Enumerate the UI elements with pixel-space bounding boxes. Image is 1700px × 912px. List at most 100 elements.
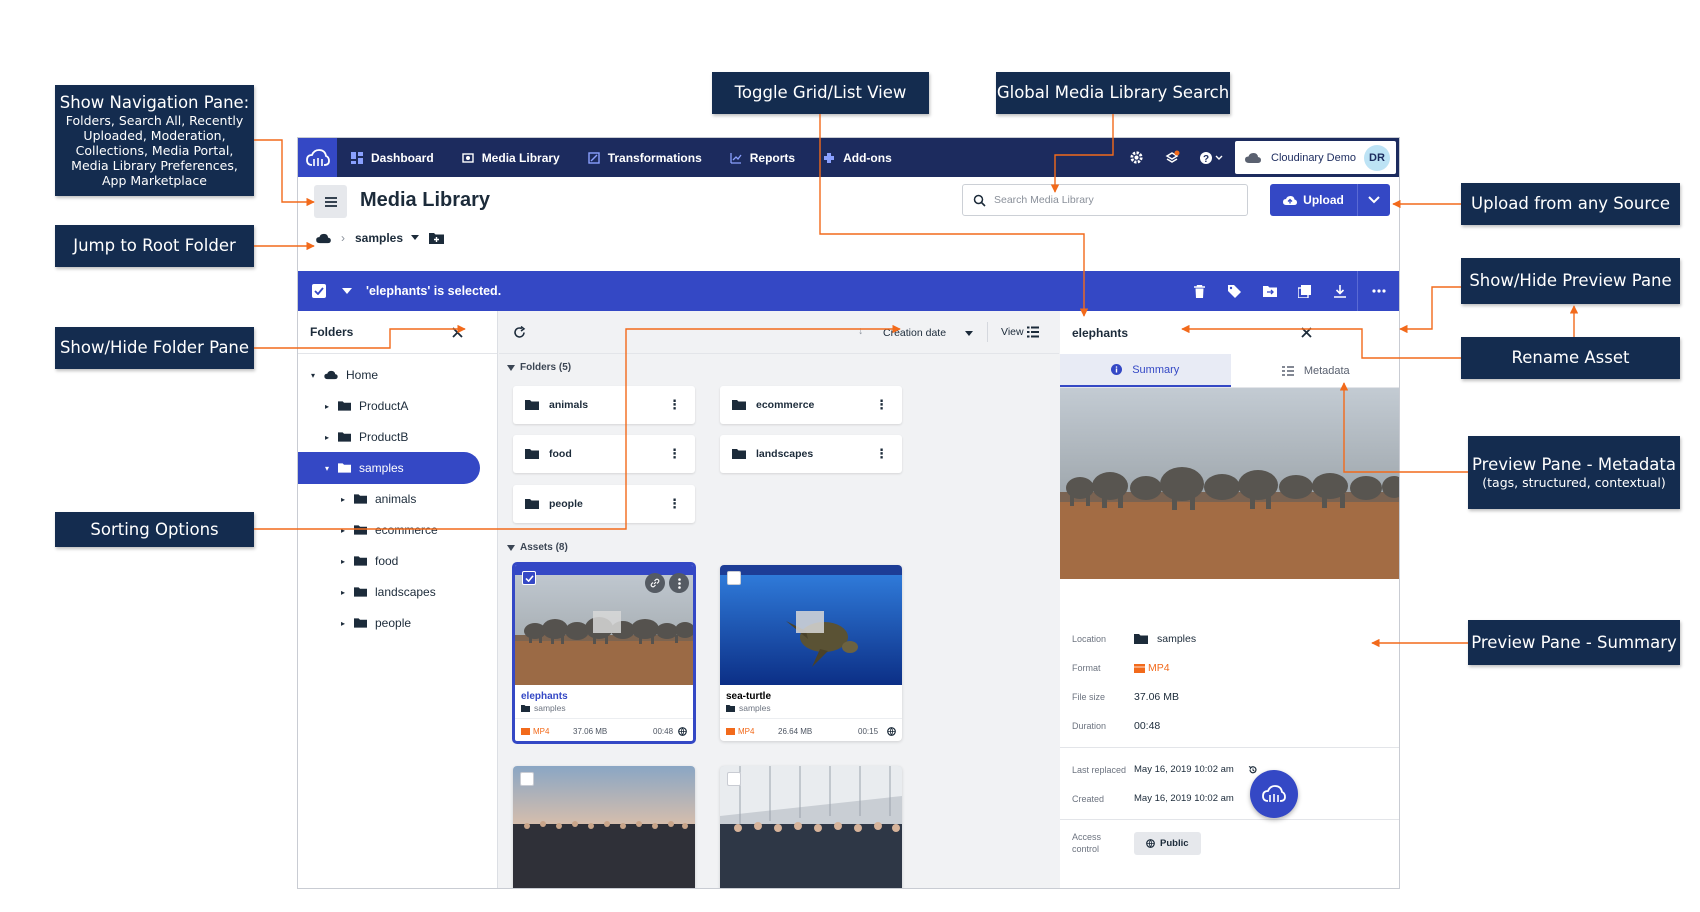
asset-card-partial[interactable] xyxy=(720,766,902,888)
media-library-icon xyxy=(461,152,474,163)
folder-tree-item[interactable]: ▸ ProductA xyxy=(298,390,498,422)
callout-upload-source: Upload from any Source xyxy=(1461,183,1680,225)
settings-gear-icon[interactable] xyxy=(1118,138,1154,177)
caret-down-icon[interactable] xyxy=(411,235,420,241)
folder-card-landscapes[interactable]: landscapes ⋮ xyxy=(720,435,902,473)
account-menu[interactable]: Cloudinary Demo DR xyxy=(1235,141,1396,174)
asset-name[interactable]: elephants xyxy=(515,685,693,702)
asset-size: 26.64 MB xyxy=(778,727,813,736)
callout-preview-pane: Show/Hide Preview Pane xyxy=(1461,258,1680,304)
location-row: Location samples xyxy=(1072,633,1196,645)
asset-checkbox-checked[interactable] xyxy=(522,571,536,585)
nav-media-library[interactable]: Media Library xyxy=(448,138,574,177)
nav-addons[interactable]: Add-ons xyxy=(809,138,906,177)
asset-checkbox[interactable] xyxy=(727,772,741,786)
folder-card-food[interactable]: food ⋮ xyxy=(513,435,695,473)
upload-source-dropdown[interactable] xyxy=(1358,184,1390,216)
tab-metadata[interactable]: Metadata xyxy=(1231,354,1400,387)
folder-tree-item[interactable]: ▸ landscapes xyxy=(298,576,498,608)
copy-link-icon[interactable] xyxy=(645,573,665,593)
folder-tree-item[interactable]: ▸ animals xyxy=(298,483,498,515)
cloudinary-fab-icon xyxy=(1262,785,1286,802)
sort-dropdown-icon[interactable] xyxy=(965,331,973,336)
notifications-icon[interactable] xyxy=(1154,138,1190,177)
folder-menu-icon[interactable]: ⋮ xyxy=(668,496,681,512)
location-value[interactable]: samples xyxy=(1157,633,1196,645)
nav-transformations[interactable]: Transformations xyxy=(574,138,716,177)
collapsed-caret-icon[interactable]: ▸ xyxy=(338,526,348,535)
collapsed-caret-icon[interactable]: ▸ xyxy=(322,433,332,442)
add-to-collection-icon[interactable] xyxy=(1287,271,1322,311)
access-public-button[interactable]: Public xyxy=(1134,831,1201,855)
collapsed-caret-icon[interactable]: ▸ xyxy=(338,588,348,597)
collapsed-caret-icon[interactable]: ▸ xyxy=(338,619,348,628)
folders-section-label[interactable]: Folders (5) xyxy=(507,362,571,373)
close-preview-pane-icon[interactable] xyxy=(1301,327,1312,338)
folder-tree-item[interactable]: ▾ Home xyxy=(298,359,498,391)
download-icon[interactable] xyxy=(1322,271,1357,311)
expanded-caret-icon[interactable]: ▾ xyxy=(322,464,332,473)
navigation-menu-button[interactable] xyxy=(314,185,347,218)
assets-section-label[interactable]: Assets (8) xyxy=(507,542,568,553)
folder-menu-icon[interactable]: ⋮ xyxy=(668,446,681,462)
help-icon[interactable]: ? xyxy=(1190,138,1232,177)
tab-summary[interactable]: Summary xyxy=(1060,354,1231,387)
format-row: Format MP4 xyxy=(1072,662,1170,674)
asset-menu-icon[interactable] xyxy=(669,573,689,593)
folder-card-animals[interactable]: animals ⋮ xyxy=(513,386,695,424)
help-assistant-button[interactable] xyxy=(1250,770,1298,818)
collapsed-caret-icon[interactable]: ▸ xyxy=(338,557,348,566)
collapsed-caret-icon[interactable]: ▸ xyxy=(322,402,332,411)
folder-menu-icon[interactable]: ⋮ xyxy=(875,446,888,462)
asset-folder: samples xyxy=(720,702,902,714)
tag-icon[interactable] xyxy=(1217,271,1252,311)
folder-card-people[interactable]: people ⋮ xyxy=(513,485,695,523)
asset-checkbox[interactable] xyxy=(727,571,741,585)
asset-card-elephants[interactable]: elephants samples MP4 37.06 MB 00:48 xyxy=(513,563,695,743)
history-icon[interactable] xyxy=(1248,765,1258,775)
sort-label[interactable]: Creation date xyxy=(883,327,946,339)
folder-tree-item[interactable]: ▸ ProductB xyxy=(298,421,498,453)
asset-card-sea-turtle[interactable]: sea-turtle samples MP4 26.64 MB 00:15 xyxy=(720,565,902,741)
upload-button[interactable]: Upload xyxy=(1270,184,1390,216)
collapsed-caret-icon[interactable]: ▸ xyxy=(338,495,348,504)
new-folder-icon[interactable] xyxy=(429,232,445,244)
folder-card-ecommerce[interactable]: ecommerce ⋮ xyxy=(720,386,902,424)
selection-dropdown-icon[interactable] xyxy=(342,288,352,294)
sort-direction-icon[interactable]: ↓ xyxy=(858,325,863,337)
move-to-folder-icon[interactable] xyxy=(1252,271,1287,311)
expanded-caret-icon[interactable]: ▾ xyxy=(308,371,318,380)
nav-reports[interactable]: Reports xyxy=(716,138,809,177)
breadcrumb-current-folder[interactable]: samples xyxy=(355,231,403,245)
avatar[interactable]: DR xyxy=(1364,144,1390,171)
folder-tree-item[interactable]: ▾ samples xyxy=(298,452,480,484)
preview-asset-title[interactable]: elephants xyxy=(1072,326,1128,340)
close-folder-pane-icon[interactable] xyxy=(452,327,463,338)
folder-menu-icon[interactable]: ⋮ xyxy=(875,397,888,413)
folder-icon xyxy=(354,494,367,504)
refresh-icon[interactable] xyxy=(513,326,526,339)
view-label[interactable]: View xyxy=(1001,326,1024,338)
callout-toggle-view: Toggle Grid/List View xyxy=(712,72,929,114)
cloudinary-logo-icon[interactable] xyxy=(298,138,337,177)
asset-name[interactable]: sea-turtle xyxy=(720,685,902,702)
search-placeholder: Search Media Library xyxy=(994,194,1094,206)
nav-addons-label: Add-ons xyxy=(843,150,892,165)
callout-nav-line: Media Library Preferences, xyxy=(71,157,238,173)
upload-main-button[interactable]: Upload xyxy=(1270,184,1358,216)
nav-dashboard[interactable]: Dashboard xyxy=(337,138,448,177)
list-view-icon[interactable] xyxy=(1027,326,1039,338)
root-folder-cloud-icon[interactable] xyxy=(316,233,331,244)
folder-tree-item[interactable]: ▸ food xyxy=(298,545,498,577)
search-input[interactable]: Search Media Library xyxy=(962,184,1248,216)
folder-menu-icon[interactable]: ⋮ xyxy=(668,397,681,413)
folder-tree-item[interactable]: ▸ ecommerce xyxy=(298,514,498,546)
select-all-checkbox[interactable] xyxy=(312,284,326,298)
preview-pane-header: elephants xyxy=(1060,311,1399,354)
folder-tree-label: people xyxy=(375,616,412,630)
folder-tree-item[interactable]: ▸ people xyxy=(298,607,498,639)
asset-checkbox[interactable] xyxy=(520,772,534,786)
asset-card-partial[interactable] xyxy=(513,766,695,888)
more-actions-icon[interactable] xyxy=(1357,271,1399,311)
delete-icon[interactable] xyxy=(1182,271,1217,311)
